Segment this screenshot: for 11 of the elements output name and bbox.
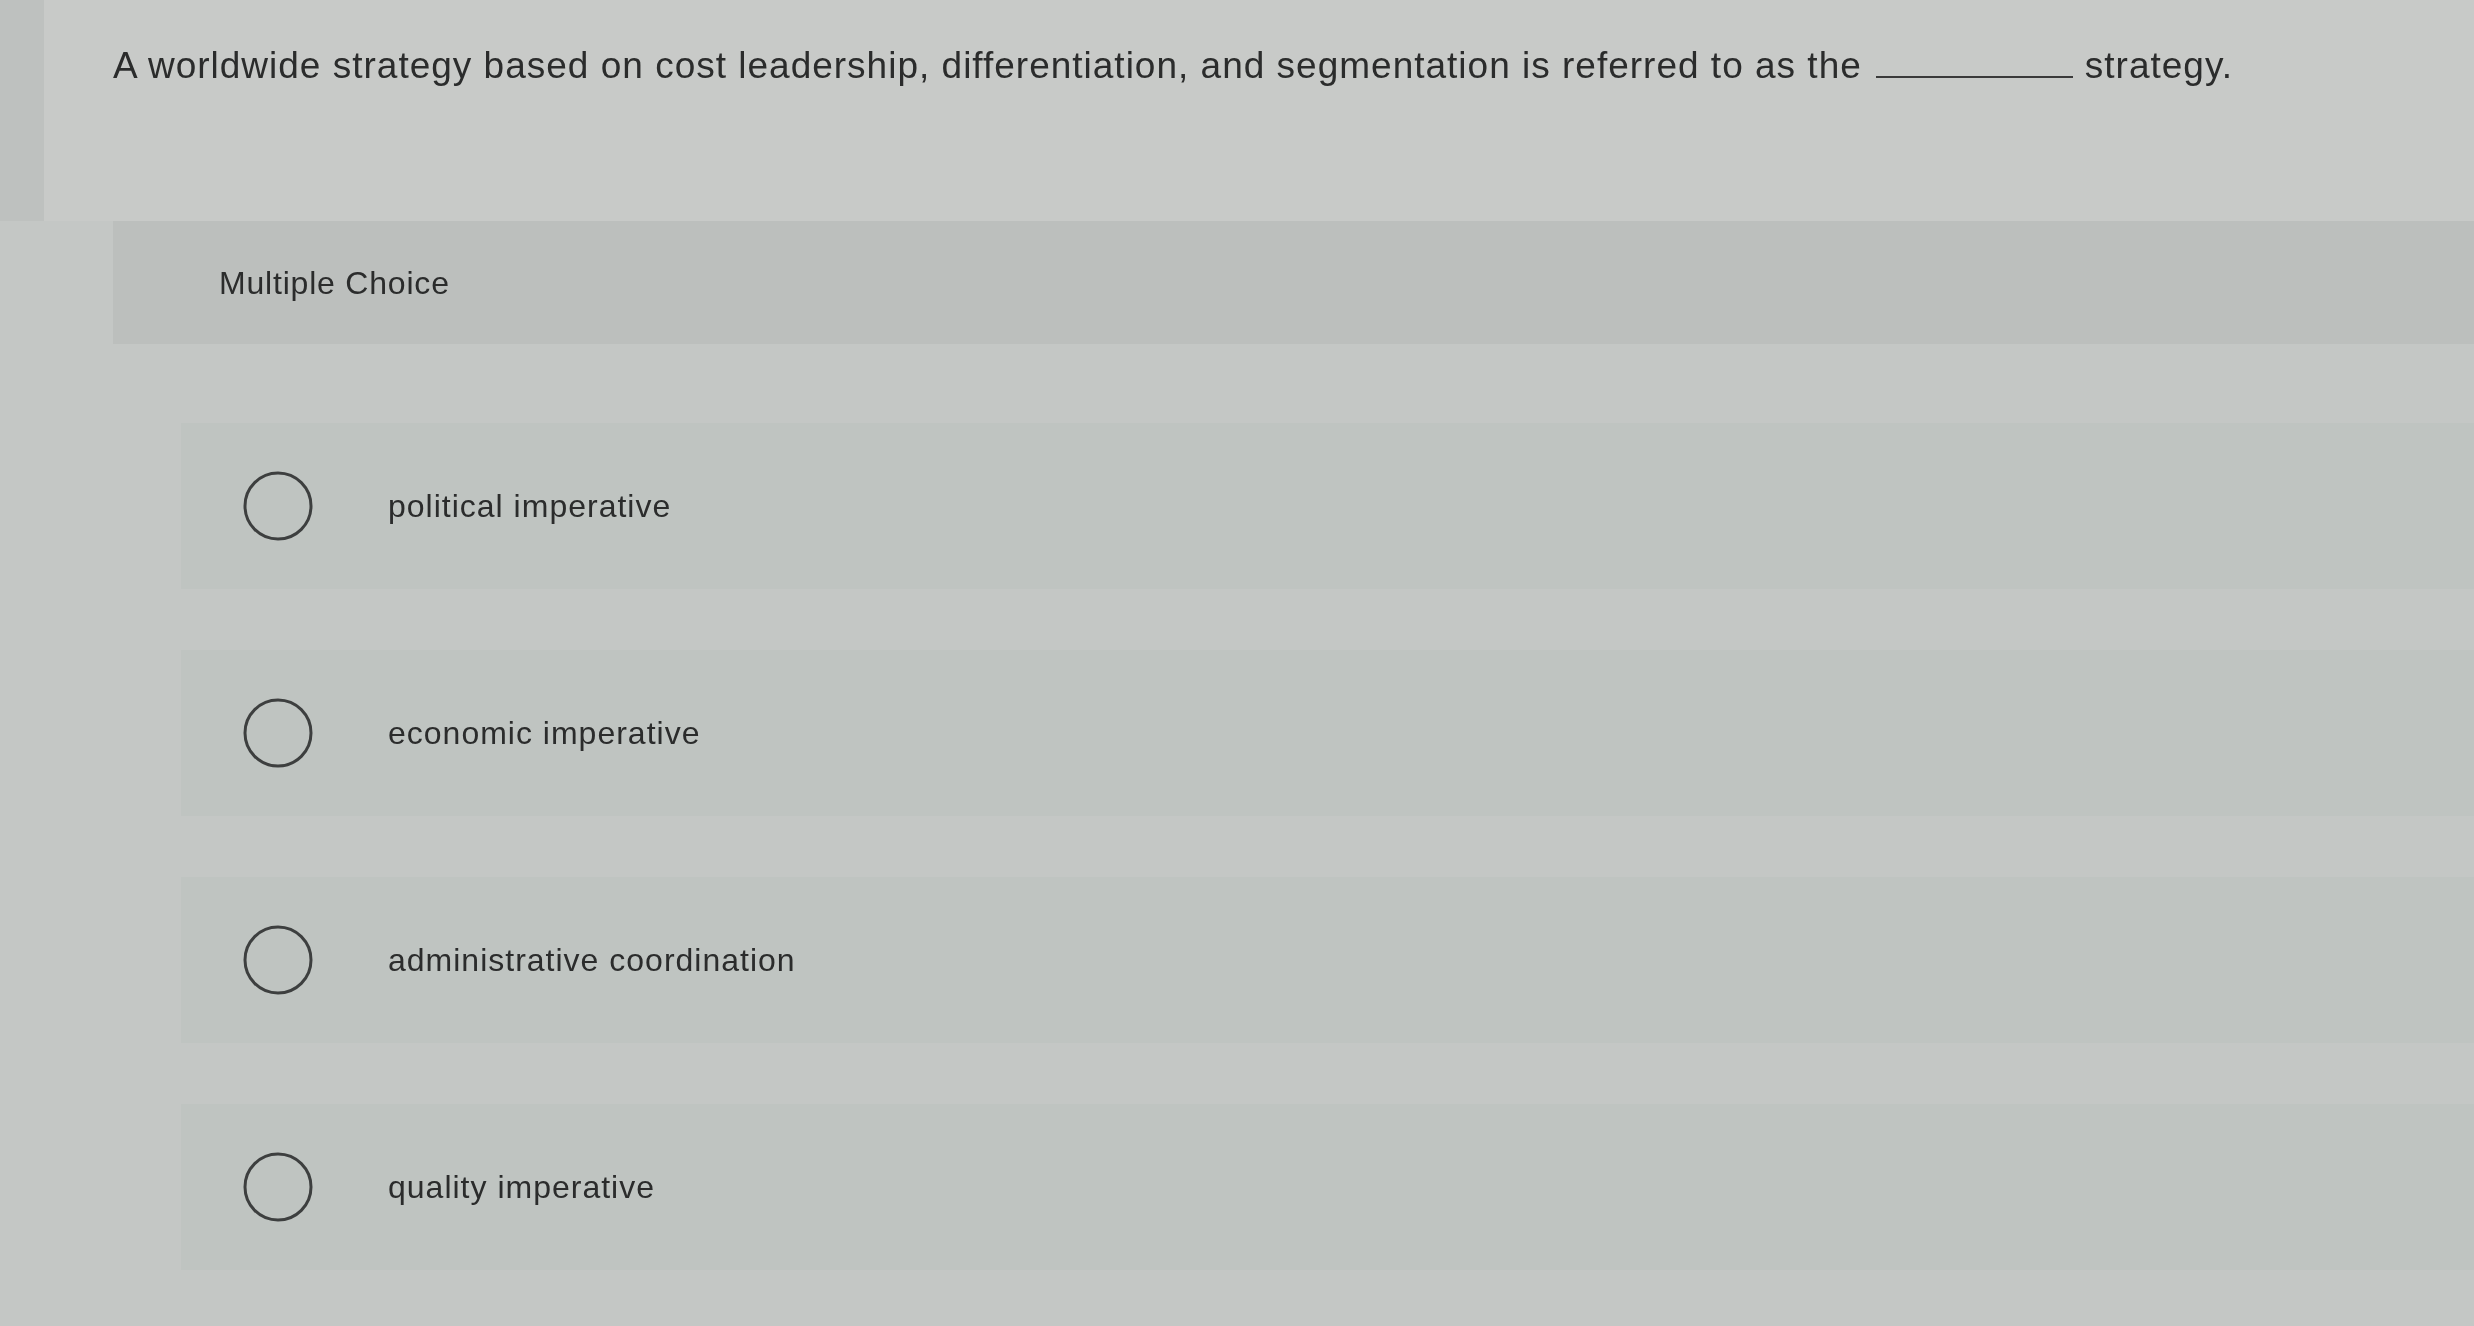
option-label[interactable]: economic imperative bbox=[388, 714, 701, 752]
option-label[interactable]: administrative coordination bbox=[388, 941, 796, 979]
radio-button[interactable] bbox=[243, 471, 313, 541]
question-text: strategy. bbox=[2084, 44, 2233, 88]
radio-button[interactable] bbox=[243, 925, 313, 995]
radio-button[interactable] bbox=[243, 1152, 313, 1222]
radio-button[interactable] bbox=[243, 698, 313, 768]
option-label[interactable]: quality imperative bbox=[388, 1168, 655, 1206]
option-label[interactable]: political imperative bbox=[388, 487, 672, 525]
question-type-label: Multiple Choice bbox=[219, 263, 450, 302]
question-text: A worldwide strategy based on cost leadership, differentiation, and segmentation is referred to as the bbox=[113, 44, 1862, 88]
